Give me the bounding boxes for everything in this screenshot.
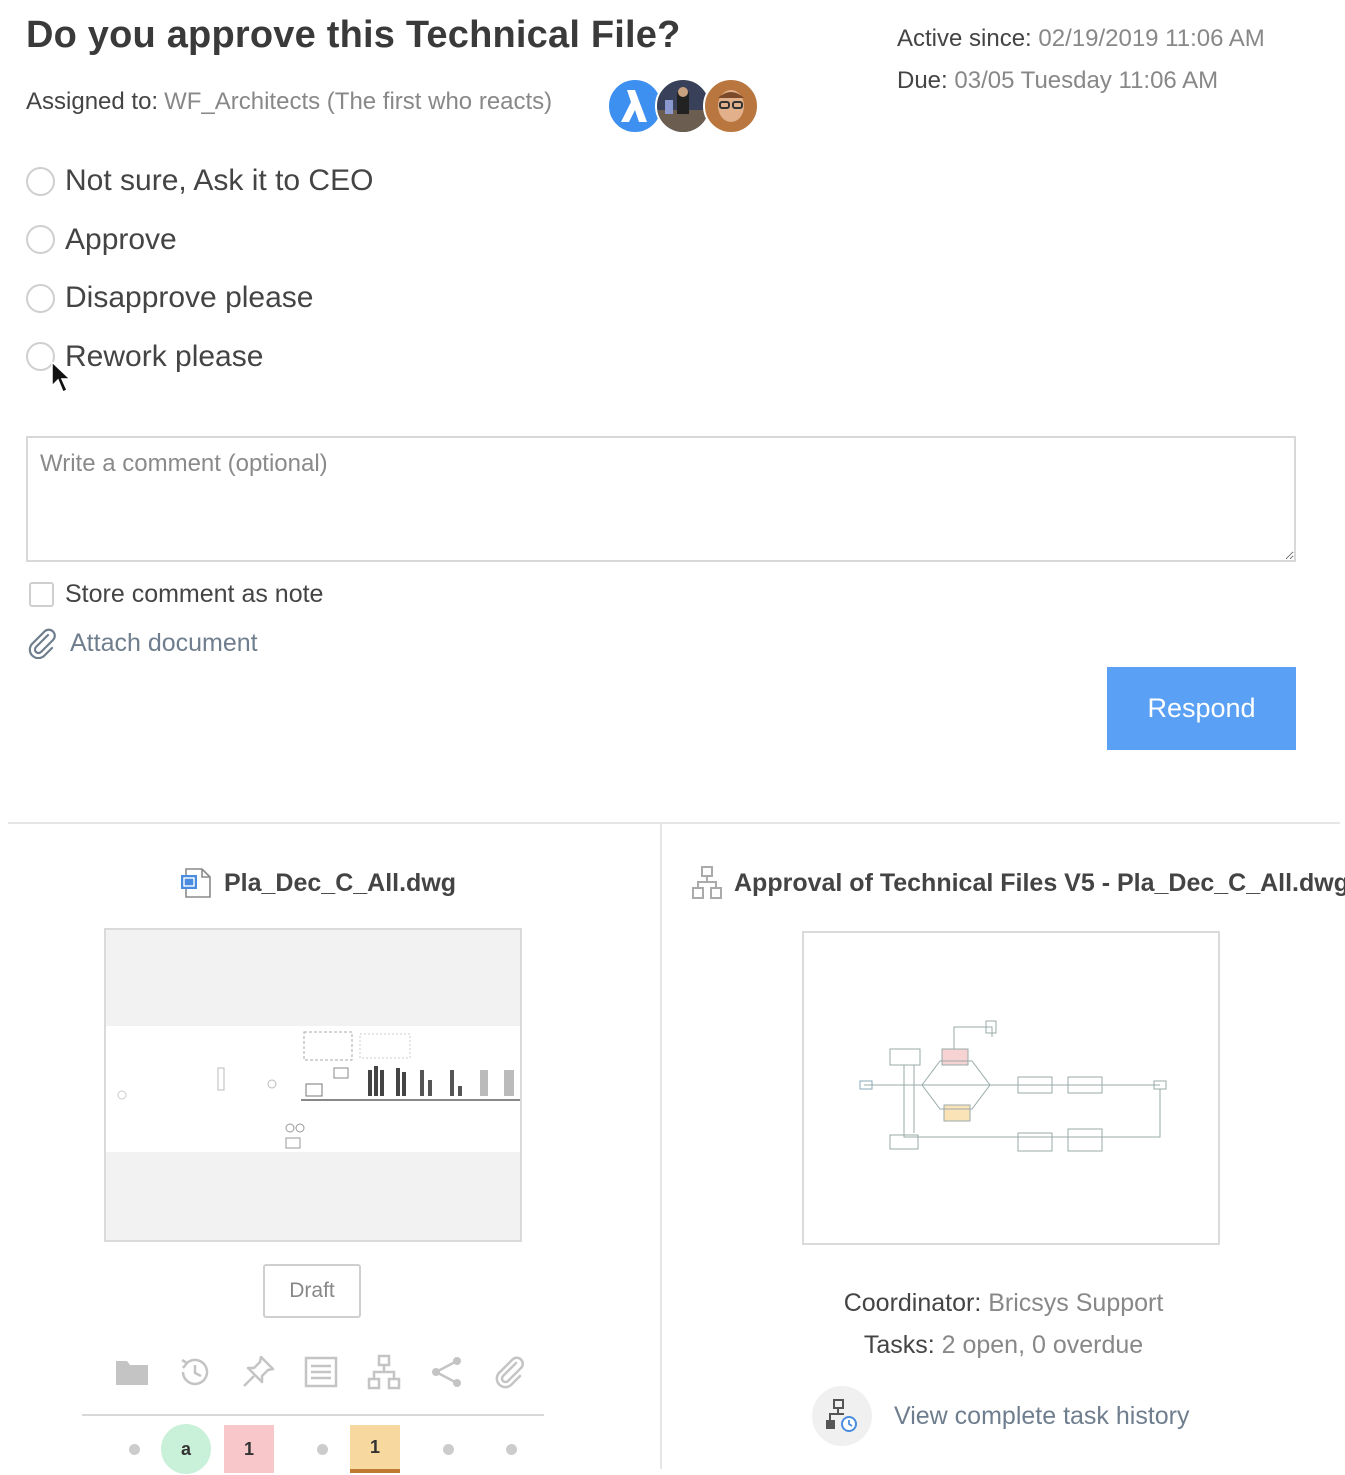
status-badge-label: 1 bbox=[369, 1436, 380, 1457]
history-button[interactable] bbox=[163, 1350, 226, 1394]
due-value: 03/05 Tuesday 11:06 AM bbox=[954, 67, 1219, 94]
toolbar-divider bbox=[82, 1414, 544, 1416]
coordinator: Coordinator: Bricsys Support bbox=[662, 1282, 1345, 1324]
user-photo-icon bbox=[657, 87, 709, 132]
pin-icon bbox=[242, 1355, 274, 1387]
avatar[interactable] bbox=[703, 78, 759, 134]
assigned-value: WF_Architects (The first who reacts) bbox=[164, 88, 553, 115]
store-comment-label: Store comment as note bbox=[65, 580, 324, 608]
workflow-diagram-image bbox=[859, 1020, 1167, 1152]
dwg-file-icon bbox=[181, 868, 211, 898]
response-options: Not sure, Ask it to CEO Approve Disappro… bbox=[26, 152, 373, 386]
column-divider bbox=[660, 824, 662, 1469]
option-approve[interactable]: Approve bbox=[26, 211, 373, 270]
share-icon bbox=[431, 1357, 461, 1387]
share-button[interactable] bbox=[415, 1350, 478, 1394]
paperclip-icon bbox=[28, 628, 56, 659]
bricsys-logo-icon bbox=[621, 90, 647, 122]
option-rework[interactable]: Rework please bbox=[26, 328, 373, 387]
respond-button[interactable]: Respond bbox=[1107, 667, 1296, 750]
document-title[interactable]: Pla_Dec_C_All.dwg bbox=[180, 866, 456, 900]
attach-label: Attach document bbox=[70, 628, 258, 657]
workflow-icon bbox=[692, 866, 722, 899]
section-divider bbox=[8, 822, 1340, 824]
details-button[interactable] bbox=[289, 1350, 352, 1394]
option-disapprove[interactable]: Disapprove please bbox=[26, 269, 373, 328]
coordinator-value: Bricsys Support bbox=[988, 1289, 1164, 1317]
option-not-sure[interactable]: Not sure, Ask it to CEO bbox=[26, 152, 373, 211]
attachment-icon bbox=[495, 1356, 524, 1389]
coordinator-label: Coordinator: bbox=[843, 1289, 982, 1317]
draft-status-button[interactable]: Draft bbox=[263, 1264, 361, 1318]
status-badge-label: a bbox=[180, 1438, 191, 1459]
view-task-history-link[interactable]: View complete task history bbox=[812, 1386, 1190, 1446]
workflow-diagram-thumbnail[interactable] bbox=[802, 931, 1220, 1245]
workflow-button[interactable] bbox=[352, 1350, 415, 1394]
status-badge[interactable]: 1 bbox=[224, 1425, 274, 1473]
history-icon bbox=[180, 1358, 208, 1386]
task-dates: Active since: 02/19/2019 11:06 AM Due: 0… bbox=[897, 18, 1265, 102]
user-photo-icon bbox=[718, 90, 744, 122]
task-history-icon bbox=[826, 1399, 857, 1432]
workflow-title-text: Approval of Technical Files V5 - Pla_Dec… bbox=[734, 868, 1345, 897]
status-badge-label: 1 bbox=[243, 1438, 254, 1459]
store-comment-option[interactable]: Store comment as note bbox=[29, 580, 323, 609]
attach-document-link[interactable]: Attach document bbox=[26, 627, 258, 659]
drawing-thumbnail[interactable] bbox=[104, 928, 522, 1242]
active-since: Active since: 02/19/2019 11:06 AM bbox=[897, 18, 1265, 60]
status-badge[interactable]: a bbox=[161, 1424, 211, 1474]
document-icon bbox=[304, 1356, 337, 1388]
mouse-cursor-icon bbox=[51, 360, 72, 394]
attachments-button[interactable] bbox=[478, 1350, 541, 1394]
folder-button[interactable] bbox=[100, 1350, 163, 1394]
option-label: Rework please bbox=[65, 339, 264, 373]
active-since-label: Active since: bbox=[897, 25, 1032, 52]
due-date: Due: 03/05 Tuesday 11:06 AM bbox=[897, 60, 1265, 102]
status-dot[interactable] bbox=[506, 1444, 517, 1455]
workflow-title[interactable]: Approval of Technical Files V5 - Pla_Dec… bbox=[692, 866, 1345, 900]
tasks-summary: Tasks: 2 open, 0 overdue bbox=[662, 1324, 1345, 1366]
radio-button[interactable] bbox=[26, 283, 55, 313]
option-label: Disapprove please bbox=[65, 281, 314, 315]
assigned-to: Assigned to: WF_Architects (The first wh… bbox=[26, 88, 552, 116]
pin-button[interactable] bbox=[226, 1350, 289, 1394]
due-label: Due: bbox=[897, 67, 948, 94]
drawing-preview-image bbox=[106, 930, 520, 1240]
folder-icon bbox=[115, 1361, 148, 1385]
status-dot[interactable] bbox=[129, 1444, 140, 1455]
workflow-icon bbox=[367, 1354, 400, 1390]
assigned-label: Assigned to: bbox=[26, 88, 159, 115]
status-dot[interactable] bbox=[443, 1444, 454, 1455]
task-history-icon-wrap bbox=[812, 1386, 872, 1446]
document-filename: Pla_Dec_C_All.dwg bbox=[224, 868, 457, 897]
task-history-label: View complete task history bbox=[894, 1401, 1190, 1430]
option-label: Approve bbox=[65, 222, 177, 256]
tasks-value: 2 open, 0 overdue bbox=[941, 1331, 1144, 1359]
option-label: Not sure, Ask it to CEO bbox=[65, 164, 374, 198]
radio-button[interactable] bbox=[26, 225, 55, 255]
active-since-value: 02/19/2019 11:06 AM bbox=[1038, 25, 1265, 52]
comment-input[interactable] bbox=[26, 436, 1296, 562]
status-dot[interactable] bbox=[317, 1444, 328, 1455]
store-comment-checkbox[interactable] bbox=[29, 582, 54, 607]
assignee-avatars bbox=[607, 78, 767, 136]
workflow-info: Coordinator: Bricsys Support Tasks: 2 op… bbox=[662, 1282, 1345, 1366]
task-question: Do you approve this Technical File? bbox=[26, 14, 681, 56]
status-badge[interactable]: 1 bbox=[350, 1425, 400, 1473]
radio-button[interactable] bbox=[26, 166, 55, 196]
tasks-label: Tasks: bbox=[863, 1331, 935, 1359]
document-toolbar bbox=[100, 1350, 541, 1394]
